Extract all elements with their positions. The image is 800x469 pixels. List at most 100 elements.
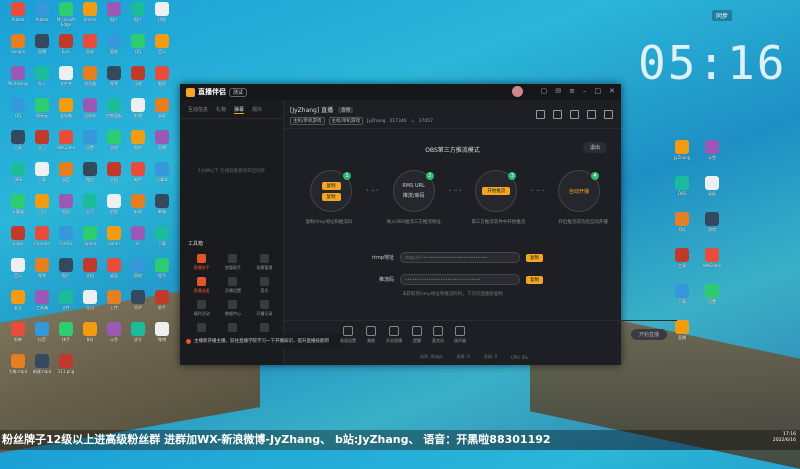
taskbar-clock[interactable]: 17:16 2022/6/16 bbox=[773, 432, 796, 444]
desktop-icon-glyph bbox=[83, 2, 97, 16]
bottom-tool[interactable]: 麦克风 bbox=[432, 326, 444, 344]
tool-item[interactable]: 福利活动 bbox=[186, 300, 217, 317]
desktop-icon[interactable]: 截图 bbox=[148, 66, 176, 91]
desktop-icon-glyph bbox=[35, 2, 49, 16]
bottom-tool-icon bbox=[412, 326, 422, 336]
exit-button[interactable]: 退出 bbox=[582, 142, 607, 153]
desktop-icon[interactable]: 设置 bbox=[698, 284, 726, 309]
step-description: 第三方推流软件中开始推流 bbox=[471, 220, 526, 225]
desktop-icon[interactable]: WeGame bbox=[698, 248, 726, 273]
screen-icon[interactable] bbox=[570, 110, 579, 119]
lock-icon[interactable] bbox=[553, 110, 562, 119]
bottom-tool[interactable]: 开启直播 bbox=[386, 326, 402, 344]
bottom-tool[interactable]: 美颜 bbox=[366, 326, 376, 344]
desktop-icon[interactable]: 邮箱 bbox=[148, 194, 176, 219]
tool-item[interactable]: 音乐 bbox=[249, 277, 280, 294]
desktop-icon[interactable]: 微博 bbox=[148, 322, 176, 347]
room-tag: 直播 bbox=[338, 106, 354, 113]
menu-icon[interactable]: ≡ bbox=[569, 87, 575, 95]
copy-rtmp-button[interactable]: 复制 bbox=[526, 253, 543, 262]
desktop-icon-glyph bbox=[83, 162, 97, 176]
tool-item[interactable]: 直播助手 bbox=[186, 254, 217, 271]
desktop-icon-glyph bbox=[155, 322, 169, 336]
bottom-tool-icon bbox=[389, 326, 399, 336]
sync-indicator[interactable]: 同步 bbox=[712, 10, 733, 21]
desktop-icon[interactable]: 助手 bbox=[148, 290, 176, 315]
desktop-icon[interactable]: 拼图 bbox=[148, 2, 176, 27]
tool-item[interactable]: 开播记录 bbox=[249, 300, 280, 317]
step-button[interactable]: 开始推流 bbox=[482, 187, 511, 195]
avatar[interactable] bbox=[512, 86, 523, 97]
gift-icon[interactable] bbox=[536, 110, 545, 119]
close-icon[interactable]: ✕ bbox=[609, 87, 615, 95]
window-controls: ▢ ✉ ≡ – □ ✕ bbox=[541, 87, 615, 95]
desktop-icon[interactable]: 录屏 bbox=[148, 98, 176, 123]
desktop-icon[interactable]: 直播 bbox=[148, 130, 176, 155]
desktop-icon[interactable]: OBS bbox=[668, 176, 696, 201]
status-bar: 码率: 0kbps 帧率: 0 丢帧: 0 CPU: 0% bbox=[340, 350, 701, 364]
desktop-icon-glyph bbox=[35, 66, 49, 80]
tool-label: 开播设置 bbox=[224, 288, 241, 293]
bottom-tool[interactable]: 画面设置 bbox=[340, 326, 356, 344]
tool-icon bbox=[259, 300, 269, 309]
title-bar: 直播伴侣 测试 ▢ ✉ ≡ – □ ✕ bbox=[180, 84, 621, 100]
form-hint: 未获取到rtmp地址和推流码时，下次页面重新复制 bbox=[402, 292, 503, 297]
tool-item[interactable]: 房管助手 bbox=[217, 254, 248, 271]
desktop-icon[interactable]: 录屏 bbox=[698, 176, 726, 201]
start-live-button[interactable]: 开始直播 bbox=[630, 329, 667, 340]
status-item: 丢帧: 0 bbox=[483, 354, 497, 359]
bell-icon[interactable] bbox=[587, 110, 596, 119]
desktop-icon[interactable]: JyZhang bbox=[668, 140, 696, 165]
desktop-icon-glyph bbox=[11, 322, 25, 336]
category-pill-1[interactable]: 主机/单机游戏 bbox=[290, 117, 325, 125]
step-label: 推流/串码 bbox=[402, 193, 425, 199]
taskbar-date: 2022/6/16 bbox=[772, 438, 796, 443]
category-pill-2[interactable]: 主机/单机游戏 bbox=[328, 117, 364, 125]
bottom-tool[interactable]: 提醒 bbox=[412, 326, 422, 344]
desktop-icon[interactable]: 程序 bbox=[148, 258, 176, 283]
desktop-icon-glyph bbox=[155, 2, 169, 16]
copy-key-button[interactable]: 复制 bbox=[526, 275, 543, 284]
tab-0[interactable]: 互动信息 bbox=[188, 106, 208, 114]
desktop-icon[interactable]: 音乐 bbox=[148, 34, 176, 59]
desktop-icon-label: 录屏 bbox=[158, 113, 166, 118]
tab-2[interactable]: 弹幕 bbox=[234, 106, 245, 114]
tab-1[interactable]: 礼物 bbox=[216, 106, 226, 114]
desktop-icon-glyph bbox=[131, 66, 145, 80]
scrolling-banner: 粉丝牌子12级以上进高级粉丝群 进群加WX-新浪微博-JyZhang、 b站:J… bbox=[0, 430, 800, 450]
maximize-icon[interactable]: □ bbox=[595, 87, 602, 95]
desktop-icon-glyph bbox=[83, 98, 97, 112]
step-button[interactable]: 复制 bbox=[321, 192, 341, 201]
rtmp-field[interactable]: rtmp://••••••••••••••••••••••••••••• bbox=[400, 252, 520, 263]
tool-item[interactable]: 场景管理 bbox=[249, 254, 280, 271]
tool-item[interactable]: 开播设置 bbox=[217, 277, 248, 294]
desktop-icon-glyph bbox=[11, 290, 25, 304]
desktop-icon-glyph bbox=[705, 212, 719, 226]
step-arrow: • → • bbox=[448, 188, 462, 194]
skin-icon[interactable]: ▢ bbox=[541, 87, 548, 95]
rtmp-row: rtmp地址 rtmp://••••••••••••••••••••••••••… bbox=[364, 252, 604, 263]
desktop-icon[interactable]: 斗鱼 bbox=[698, 140, 726, 165]
left-panel: 互动信息 礼物 弹幕 观众 1分钟以下 在线观看者的开启同步 工具箱 直播助手 房管助手… bbox=[180, 100, 284, 365]
message-icon[interactable]: ✉ bbox=[555, 87, 561, 95]
tab-3[interactable]: 观众 bbox=[252, 106, 262, 114]
key-field[interactable]: •••••••••••••••••••••••••••••••• bbox=[400, 274, 520, 285]
desktop-icon[interactable]: 记事本 bbox=[148, 162, 176, 187]
desktop-icon[interactable]: 下载 bbox=[668, 284, 696, 309]
tool-item[interactable]: 直播连麦 bbox=[186, 277, 217, 294]
bottom-tool[interactable]: 扬声器 bbox=[454, 326, 466, 344]
tool-icon bbox=[228, 300, 238, 309]
desktop-icon[interactable]: 游戏 bbox=[698, 212, 726, 237]
key-label: 推流码 bbox=[378, 277, 394, 283]
bottom-tool-icon bbox=[455, 326, 465, 336]
share-icon[interactable] bbox=[604, 110, 613, 119]
desktop-icon[interactable]: 工具 bbox=[668, 248, 696, 273]
desktop-icon[interactable]: QQ bbox=[668, 212, 696, 237]
minimize-icon[interactable]: – bbox=[583, 87, 587, 95]
desktop-icon[interactable]: 下载 bbox=[148, 226, 176, 251]
desktop-icon-label: 记事本 bbox=[156, 177, 168, 182]
tool-item[interactable]: 数据中心 bbox=[217, 300, 248, 317]
step-button[interactable]: 复制 bbox=[321, 181, 341, 190]
obs-title: OBS第三方推流模式 bbox=[425, 147, 480, 154]
desktop-icon[interactable]: 111.png bbox=[52, 354, 80, 379]
